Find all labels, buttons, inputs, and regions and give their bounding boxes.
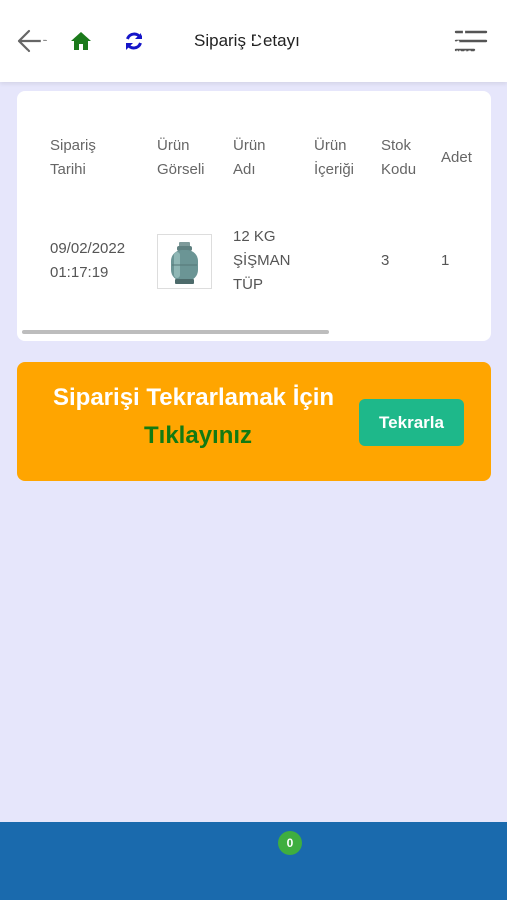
header-stock-code: Stok Kodu bbox=[381, 134, 416, 182]
header-order-date: Sipariş Tarihi bbox=[50, 134, 96, 182]
route-icon bbox=[135, 16, 165, 46]
product-name-line3: TÜP bbox=[233, 276, 263, 293]
heart-icon bbox=[340, 16, 370, 46]
home-icon bbox=[37, 16, 67, 46]
product-thumbnail[interactable] bbox=[157, 234, 212, 289]
header-stock-code-line2: Kodu bbox=[381, 161, 417, 178]
basket-icon bbox=[239, 16, 269, 46]
nav-home[interactable]: ANA SAYFA bbox=[10, 0, 95, 78]
nav-cart-label: SEPET bbox=[233, 48, 272, 62]
horizontal-scrollbar[interactable] bbox=[22, 330, 329, 334]
nav-favorites-label: FAVORİLER bbox=[321, 48, 387, 62]
product-name: 12 KG ŞİŞMAN TÜP bbox=[233, 225, 291, 297]
header-product-image: Ürün Görseli bbox=[157, 134, 205, 182]
cart-count-badge: 0 bbox=[278, 831, 302, 855]
order-date: 09/02/2022 bbox=[50, 240, 126, 257]
repeat-order-button[interactable]: Tekrarla bbox=[359, 399, 464, 446]
header-product-content-line1: Ürün bbox=[314, 137, 347, 154]
quantity-value: 1 bbox=[441, 252, 450, 269]
repeat-order-banner: Siparişi Tekrarlamak İçin Tıklayınız Tek… bbox=[17, 362, 491, 481]
nav-orders[interactable]: SİPARİŞLERİM bbox=[103, 0, 203, 78]
header-quantity: Adet bbox=[441, 149, 472, 166]
repeat-banner-line1: Siparişi Tekrarlamak İçin bbox=[53, 384, 335, 411]
order-time: 01:17:19 bbox=[50, 264, 109, 281]
header-order-date-line1: Sipariş bbox=[50, 137, 96, 154]
stock-code-value: 3 bbox=[381, 252, 390, 269]
bottom-navigation bbox=[0, 822, 507, 900]
header-product-name-line2: Adı bbox=[233, 161, 256, 178]
bell-icon bbox=[441, 16, 471, 46]
header-product-content-line2: İçeriği bbox=[314, 161, 355, 178]
header-order-date-line2: Tarihi bbox=[50, 161, 86, 178]
header-product-name-line1: Ürün bbox=[233, 137, 266, 154]
product-name-line2: ŞİŞMAN bbox=[233, 252, 291, 269]
nav-home-label: ANA SAYFA bbox=[16, 48, 82, 62]
header-product-image-line2: Görseli bbox=[157, 161, 205, 178]
header-product-image-line1: Ürün bbox=[157, 137, 190, 154]
header-product-name: Ürün Adı bbox=[233, 134, 266, 182]
nav-campaigns-label: KAMPANYALAR bbox=[408, 48, 498, 62]
nav-campaigns[interactable]: KAMPANYALAR bbox=[405, 0, 505, 78]
nav-cart[interactable]: SEPET bbox=[223, 0, 288, 78]
header-stock-code-line1: Stok bbox=[381, 137, 412, 154]
gas-cylinder-icon bbox=[171, 242, 198, 284]
nav-orders-label: SİPARİŞLERİM bbox=[107, 48, 190, 62]
order-datetime: 09/02/2022 01:17:19 bbox=[50, 237, 125, 285]
header-product-content: Ürün İçeriği bbox=[314, 134, 354, 182]
repeat-banner-line2: Tıklayınız bbox=[144, 422, 253, 449]
nav-favorites[interactable]: FAVORİLER bbox=[318, 0, 393, 78]
order-detail-card bbox=[17, 91, 491, 341]
product-name-line1: 12 KG bbox=[233, 228, 276, 245]
